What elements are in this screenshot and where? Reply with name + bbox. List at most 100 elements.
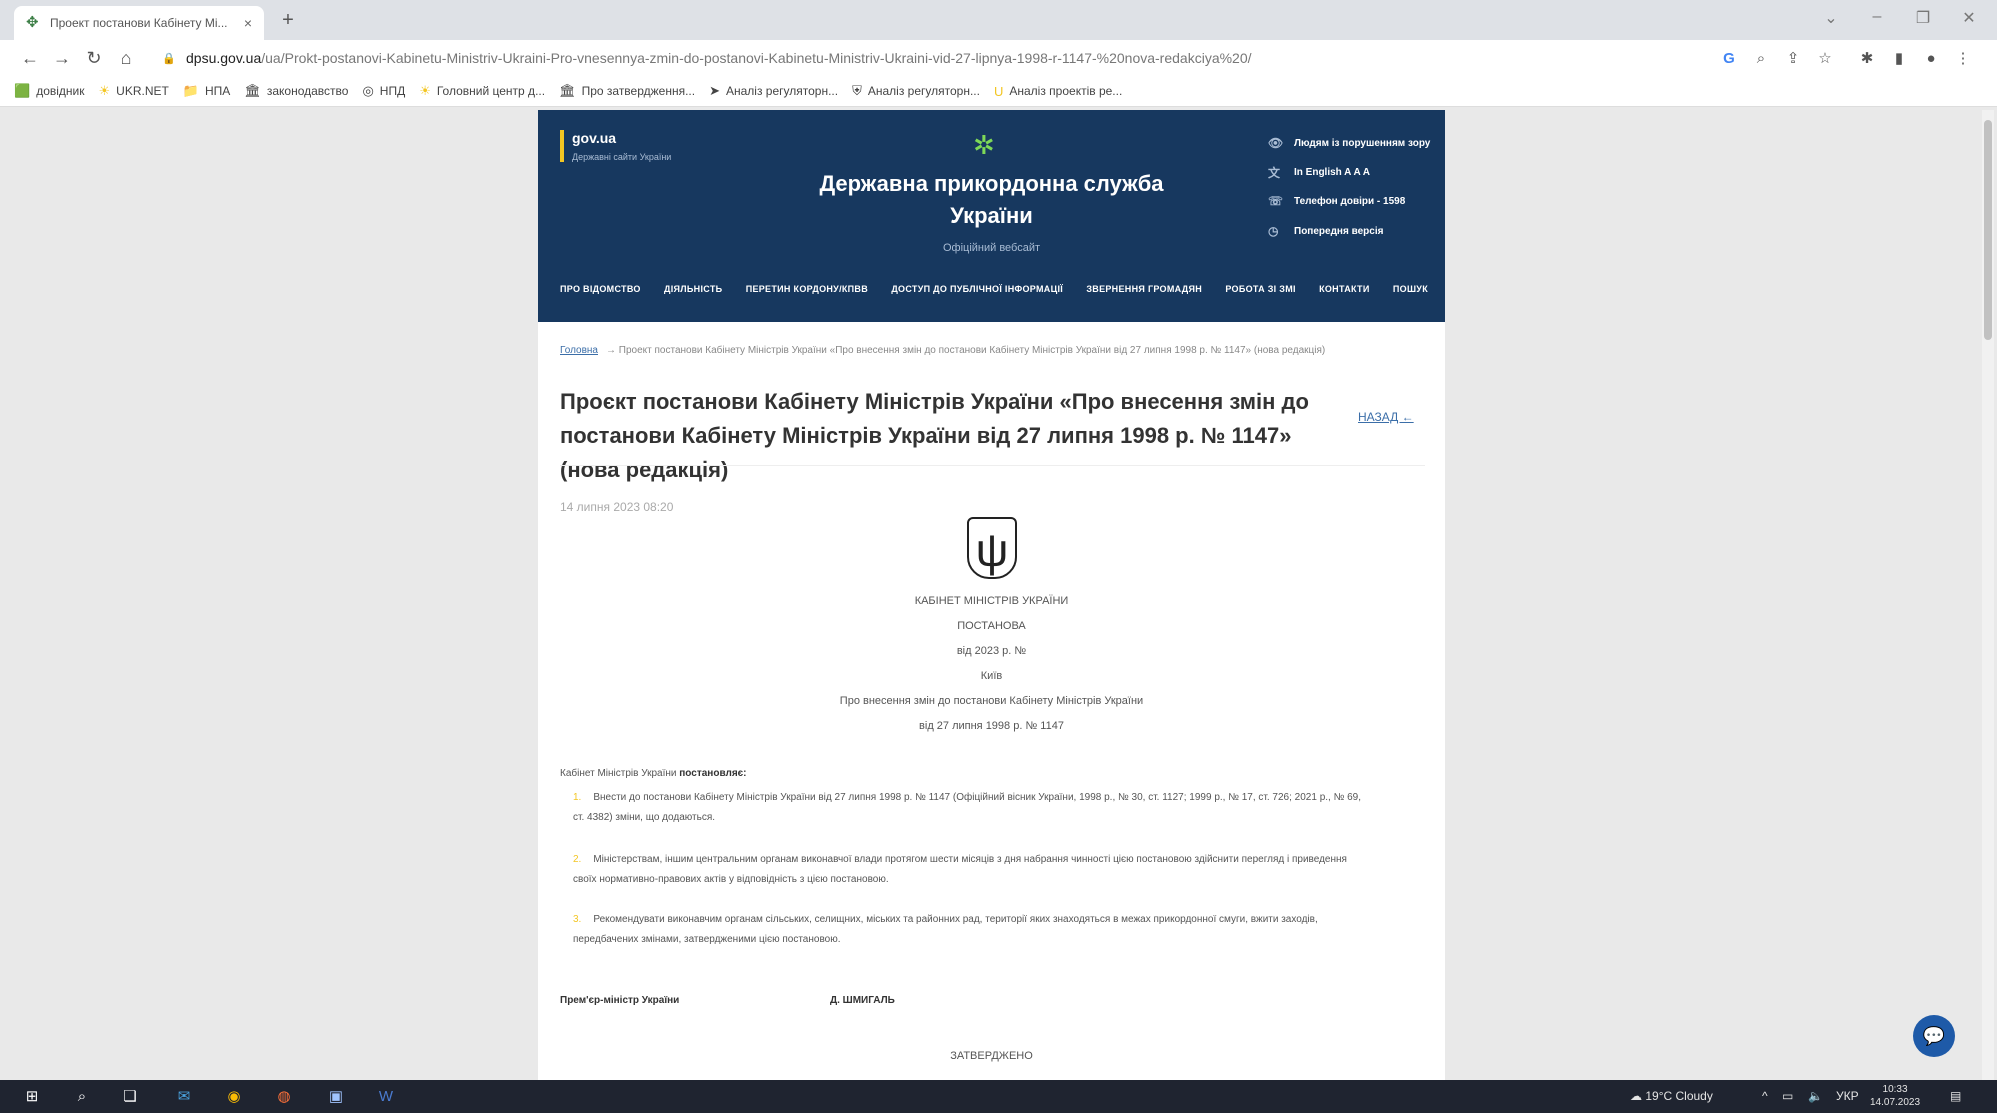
bookmark-item[interactable]: 🏛 законодавство <box>244 83 348 99</box>
bookmark-item[interactable]: 📁 НПА <box>183 83 230 99</box>
bookmark-label: Аналіз регуляторн... <box>725 84 839 98</box>
nav-item-search[interactable]: ПОШУК <box>1393 284 1428 294</box>
network-icon[interactable]: ▭ <box>1782 1089 1793 1103</box>
cloud-icon: ☁ <box>1630 1089 1646 1103</box>
intro-text: Кабінет Міністрів України <box>560 768 680 779</box>
bookmark-item[interactable]: ⛨ Аналіз регуляторн... <box>852 83 980 99</box>
signatory-title: Прем'єр-міністр України <box>560 995 680 1006</box>
close-window-icon[interactable]: ✕ <box>1951 8 1987 28</box>
cabinet-heading: КАБІНЕТ МІНІСТРІВ УКРАЇНИ <box>914 595 1069 607</box>
nav-item-media[interactable]: РОБОТА ЗІ ЗМІ <box>1225 284 1295 294</box>
nav-item-border-crossing[interactable]: ПЕРЕТИН КОРДОНУ/КПВВ <box>746 284 868 294</box>
breadcrumb-current: → Проект постанови Кабінету Міністрів Ук… <box>606 345 1326 356</box>
paragraph-3: 3. Рекомендувати виконавчим органам сільс… <box>573 910 1373 950</box>
resolution-city: Київ <box>980 670 1003 682</box>
util-label: Людям із порушенням зору <box>1294 137 1431 149</box>
profile-icon[interactable]: ● <box>1920 48 1942 70</box>
paragraph-number: 3. <box>573 914 582 925</box>
nav-item-activity[interactable]: ДІЯЛЬНІСТЬ <box>664 284 722 294</box>
taskbar-clock[interactable]: 10:33 14.07.2023 <box>1870 1083 1920 1109</box>
chrome-icon[interactable]: ◉ <box>222 1085 246 1109</box>
bookmark-item[interactable]: ➤ Аналіз регуляторн... <box>709 83 838 99</box>
url-path: /ua/Prokt-postanovi-Kabinetu-Ministriv-U… <box>261 50 1252 66</box>
bookmark-icon: 🏛 <box>559 83 576 98</box>
bookmark-item[interactable]: ☀ Головний центр д... <box>419 83 545 99</box>
util-label: In English A A A <box>1294 167 1370 178</box>
nav-item-appeals[interactable]: ЗВЕРНЕННЯ ГРОМАДЯН <box>1086 284 1202 294</box>
bookmark-icon: ⛨ <box>852 83 862 98</box>
minimize-icon[interactable]: – <box>1859 8 1895 26</box>
paragraph-text: Рекомендувати виконавчим органам сільськ… <box>573 914 1318 945</box>
bookmark-star-icon[interactable]: ☆ <box>1814 48 1836 70</box>
language-indicator[interactable]: УКР <box>1836 1089 1859 1103</box>
bookmark-label: довідник <box>36 84 85 98</box>
back-link[interactable]: НАЗАД ← <box>1358 410 1414 424</box>
side-panel-icon[interactable]: ▮ <box>1888 48 1910 70</box>
home-icon[interactable]: ⌂ <box>114 46 138 70</box>
nav-item-about[interactable]: ПРО ВІДОМСТВО <box>560 284 641 294</box>
site-title[interactable]: Державна прикордонна служба України <box>798 168 1185 232</box>
bookmarks-bar: 🟩 довідник ☀ UKR.NET 📁 НПА 🏛 законодавство ◎… <box>0 76 1997 107</box>
menu-kebab-icon[interactable]: ⋮ <box>1952 48 1974 70</box>
browser-tab[interactable]: ✥ Проект постанови Кабінету Мі... × <box>14 6 264 40</box>
new-tab-button[interactable]: + <box>276 8 300 32</box>
site-header: gov.ua Державні сайти України ✲ Державна… <box>538 110 1445 322</box>
weather-text: 19°C Cloudy <box>1645 1089 1713 1103</box>
english-link[interactable]: 文 In English A A A <box>1268 164 1438 181</box>
paragraph-1: 1. Внести до постанови Кабінету Міністрів… <box>573 788 1373 828</box>
bookmark-item[interactable]: ◎ НПД <box>362 83 405 99</box>
extensions-icon[interactable]: ✱ <box>1856 48 1878 70</box>
close-tab-icon[interactable]: × <box>238 15 258 31</box>
resolution-date-line: від 2023 р. № <box>956 645 1027 657</box>
bookmark-label: НПД <box>379 84 406 98</box>
back-arrow-icon[interactable]: ← <box>18 46 42 70</box>
bookmark-item[interactable]: ☀ UKR.NET <box>99 83 169 99</box>
outlook-icon[interactable]: ✉ <box>172 1085 196 1109</box>
border-guard-emblem-icon[interactable]: ✲ <box>973 130 995 161</box>
coat-of-arms-icon: ψ <box>967 517 1017 579</box>
lock-icon: 🔒 <box>162 52 176 65</box>
reload-icon[interactable]: ↻ <box>82 46 106 70</box>
bookmark-label: законодавство <box>266 84 349 98</box>
page-scrollbar[interactable] <box>1982 110 1994 1080</box>
notifications-icon[interactable]: ▤ <box>1950 1089 1961 1103</box>
task-view-icon[interactable]: ❏ <box>118 1085 142 1109</box>
windows-start-icon[interactable]: ⊞ <box>20 1085 44 1109</box>
paragraph-2: 2. Міністерствам, іншим центральним орган… <box>573 850 1373 890</box>
nav-item-public-info[interactable]: ДОСТУП ДО ПУБЛІЧНОЇ ІНФОРМАЦІЇ <box>891 284 1063 294</box>
bookmark-item[interactable]: 🟩 довідник <box>14 83 85 99</box>
search-icon[interactable]: ⌕ <box>70 1085 94 1109</box>
chat-bubble-icon[interactable]: 💬 <box>1913 1015 1955 1057</box>
share-icon[interactable]: ⇪ <box>1782 48 1804 70</box>
save-disk-icon[interactable]: ▣ <box>324 1085 348 1109</box>
previous-version-link[interactable]: ◷ Попередня версія <box>1268 224 1438 238</box>
folder-icon: 📁 <box>182 83 200 98</box>
site-favicon-icon: ✥ <box>26 14 39 31</box>
volume-icon[interactable]: 🔈 <box>1808 1089 1823 1103</box>
tray-chevron-icon[interactable]: ^ <box>1762 1089 1768 1103</box>
nav-item-contacts[interactable]: КОНТАКТИ <box>1319 284 1370 294</box>
bookmark-label: Аналіз регуляторн... <box>867 84 980 98</box>
scrollbar-thumb[interactable] <box>1984 120 1992 340</box>
bookmark-icon: ☀ <box>419 83 431 98</box>
firefox-icon[interactable]: ◍ <box>272 1085 296 1109</box>
bookmark-icon: U <box>993 83 1004 99</box>
word-icon[interactable]: W <box>374 1085 398 1109</box>
bookmark-item[interactable]: U Аналіз проектів ре... <box>994 84 1122 99</box>
breadcrumb-home-link[interactable]: Головна <box>560 345 598 356</box>
resolution-subject: Про внесення змін до постанови Кабінету … <box>839 695 1144 707</box>
weather-widget[interactable]: ☁ 19°C Cloudy <box>1630 1089 1713 1103</box>
govua-link[interactable]: gov.ua Державні сайти України <box>560 130 671 162</box>
paragraph-text: Внести до постанови Кабінету Міністрів У… <box>573 792 1361 823</box>
tab-search-icon[interactable]: ⌄ <box>1813 8 1849 28</box>
google-icon[interactable]: G <box>1718 48 1740 70</box>
hotline-link[interactable]: ☏ Телефон довіри - 1598 <box>1268 194 1438 208</box>
forward-arrow-icon[interactable]: → <box>50 46 74 70</box>
zoom-icon[interactable]: ⌕ <box>1750 48 1772 70</box>
browser-toolbar: ← → ↻ ⌂ 🔒 dpsu.gov.ua /ua/Prokt-postanov… <box>0 40 1997 76</box>
paragraph-number: 2. <box>573 854 582 865</box>
address-bar[interactable]: 🔒 dpsu.gov.ua /ua/Prokt-postanovi-Kabine… <box>150 45 1680 71</box>
restore-icon[interactable]: ❐ <box>1905 8 1941 28</box>
accessibility-link[interactable]: 👁 Людям із порушенням зору <box>1268 136 1438 150</box>
bookmark-item[interactable]: 🏛 Про затвердження... <box>559 83 695 99</box>
